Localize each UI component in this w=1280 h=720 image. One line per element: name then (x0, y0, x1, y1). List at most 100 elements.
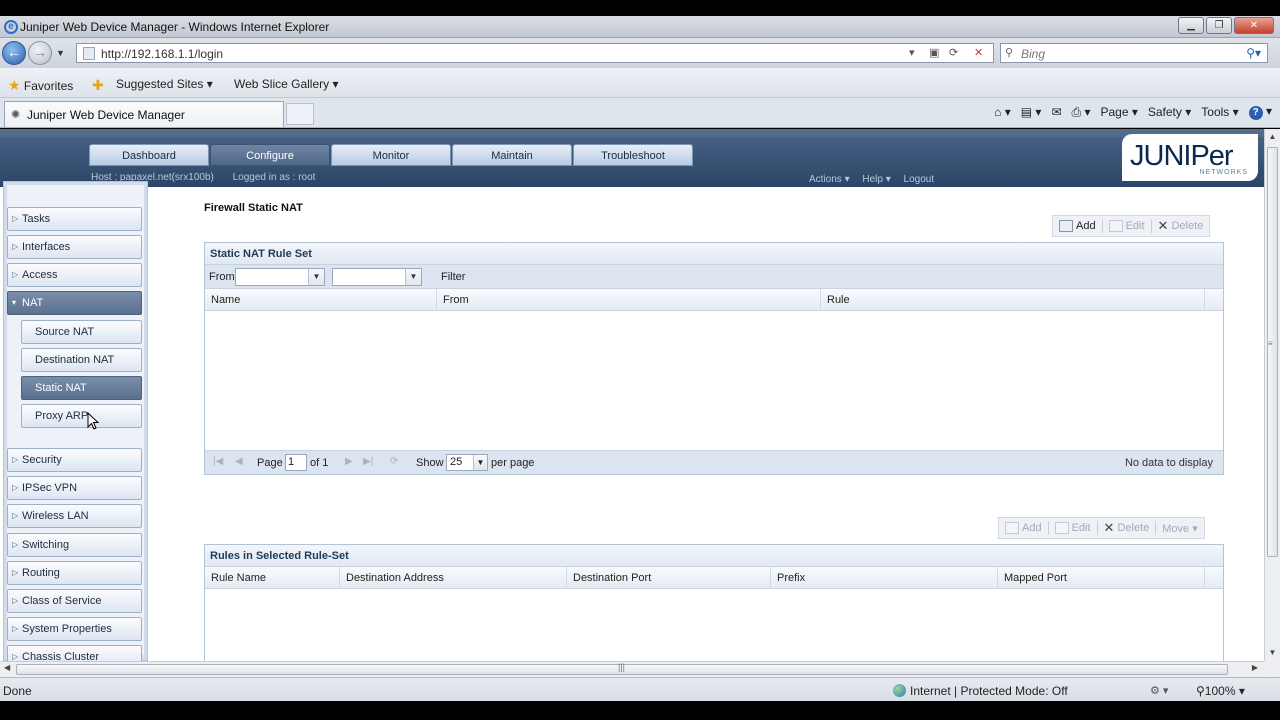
scrollbar-corner (1264, 661, 1280, 677)
ruleset-grid-title: Static NAT Rule Set (205, 243, 1223, 265)
browser-tab[interactable]: ✺ Juniper Web Device Manager (4, 101, 284, 127)
sidebar-item-access[interactable]: ▷ Access (7, 263, 142, 287)
web-slice-gallery-link[interactable]: Web Slice Gallery ▾ (234, 77, 339, 91)
back-button[interactable]: ← (2, 41, 26, 65)
column-header-prefix[interactable]: Prefix (771, 567, 998, 589)
help-icon[interactable]: ? ▾ (1248, 104, 1272, 120)
sidebar-item-wireless-lan[interactable]: ▷ Wireless LAN (7, 504, 142, 528)
delete-rule-button[interactable]: ✕ Delete (1098, 520, 1156, 536)
tab-troubleshoot[interactable]: Troubleshoot (573, 144, 693, 166)
grip-icon: ≡ (1268, 339, 1273, 348)
add-rule-button[interactable]: Add (999, 522, 1048, 534)
search-provider-icon: ⚲ (1005, 47, 1014, 59)
sidebar-subitem-static-nat[interactable]: Static NAT (21, 376, 142, 400)
url-dropdown-icon[interactable]: ▾ (909, 46, 915, 59)
column-header-rule[interactable]: Rule (821, 289, 1205, 311)
sidebar-subitem-destination-nat[interactable]: Destination NAT (21, 348, 142, 372)
favorites-button[interactable]: ★ Favorites (8, 77, 73, 94)
suggested-sites-link[interactable]: Suggested Sites ▾ (116, 77, 213, 91)
sidebar-item-ipsec-vpn[interactable]: ▷ IPSec VPN (7, 476, 142, 500)
sidebar-subitem-proxy-arp[interactable]: Proxy ARP (21, 404, 142, 428)
sidebar-item-system-properties[interactable]: ▷ System Properties (7, 617, 142, 641)
url-text: http://192.168.1.1/login (101, 47, 224, 61)
prev-page-icon[interactable]: ◀ (235, 456, 243, 467)
from-type-select[interactable]: ▼ (235, 268, 325, 286)
tab-favicon-icon: ✺ (11, 109, 21, 121)
search-field[interactable]: ⚲ Bing ⚲▾ (1000, 43, 1268, 63)
page-size-select[interactable]: 25 ▼ (446, 454, 488, 471)
horizontal-scrollbar[interactable]: ◀ ||| ▶ (0, 661, 1264, 677)
page-title: Firewall Static NAT (204, 202, 303, 214)
refresh-icon[interactable]: ⟳ (390, 456, 398, 467)
edit-ruleset-button[interactable]: Edit (1103, 220, 1151, 232)
add-ruleset-button[interactable]: Add (1053, 220, 1102, 232)
compatibility-view-icon[interactable]: ▣ (929, 46, 939, 59)
sidebar-item-chassis-cluster[interactable]: ▷ Chassis Cluster (7, 645, 142, 661)
sidebar-item-switching[interactable]: ▷ Switching (7, 533, 142, 557)
page-number-input[interactable]: 1 (285, 454, 307, 471)
filter-button[interactable]: Filter (441, 271, 465, 283)
rules-grid: Rules in Selected Rule-Set Rule Name Des… (204, 544, 1224, 661)
add-favorite-icon[interactable]: ✚ (92, 77, 104, 94)
sidebar-item-interfaces[interactable]: ▷ Interfaces (7, 235, 142, 259)
restore-button[interactable]: ❐ (1206, 17, 1232, 34)
sidebar-item-nat[interactable]: ▾ NAT (7, 291, 142, 315)
print-icon[interactable]: ⎙ ▾ (1072, 105, 1091, 120)
url-field[interactable]: http://192.168.1.1/login ▾ ▣ ⟳ ✕ (76, 43, 994, 63)
sidebar-item-tasks[interactable]: ▷ Tasks (7, 207, 142, 231)
actions-menu[interactable]: Actions ▾ (809, 174, 850, 185)
tab-dashboard[interactable]: Dashboard (89, 144, 209, 166)
bottom-letterbox (0, 701, 1280, 720)
zoom-level[interactable]: ⚲100% ▾ (1196, 684, 1245, 698)
from-value-select[interactable]: ▼ (332, 268, 422, 286)
column-header-mapped-port[interactable]: Mapped Port (998, 567, 1205, 589)
first-page-icon[interactable]: |◀ (213, 456, 223, 467)
page-menu[interactable]: Page ▾ (1100, 105, 1137, 119)
history-dropdown-icon[interactable]: ▼ (56, 48, 65, 58)
minimize-button[interactable]: ▁ (1178, 17, 1204, 34)
logout-link[interactable]: Logout (904, 174, 935, 185)
scroll-up-icon[interactable]: ▲ (1265, 129, 1280, 145)
sidebar-item-class-of-service[interactable]: ▷ Class of Service (7, 589, 142, 613)
forward-button[interactable]: → (28, 41, 52, 65)
column-header-rule-name[interactable]: Rule Name (205, 567, 340, 589)
close-window-button[interactable]: ✕ (1234, 17, 1274, 34)
sidebar-item-security[interactable]: ▷ Security (7, 448, 142, 472)
column-header-destination-port[interactable]: Destination Port (567, 567, 771, 589)
vertical-scroll-thumb[interactable] (1267, 147, 1278, 557)
search-icon[interactable]: ⚲▾ (1246, 46, 1261, 60)
stop-icon[interactable]: ✕ (974, 46, 983, 59)
column-header-from[interactable]: From (437, 289, 821, 311)
mail-icon[interactable]: ✉ (1051, 105, 1061, 119)
scroll-left-icon[interactable]: ◀ (4, 663, 10, 672)
refresh-icon[interactable]: ⟳ (949, 46, 958, 59)
column-header-destination-address[interactable]: Destination Address (340, 567, 567, 589)
tab-configure[interactable]: Configure (210, 144, 330, 166)
scroll-right-icon[interactable]: ▶ (1252, 663, 1258, 672)
delete-ruleset-button[interactable]: ✕ Delete (1152, 218, 1210, 234)
tab-maintain[interactable]: Maintain (452, 144, 572, 166)
home-icon[interactable]: ⌂ ▾ (994, 105, 1011, 119)
status-text: Done (3, 684, 32, 698)
tools-menu[interactable]: Tools ▾ (1201, 105, 1238, 119)
tab-monitor[interactable]: Monitor (331, 144, 451, 166)
column-header-name[interactable]: Name (205, 289, 437, 311)
new-tab-button[interactable] (286, 103, 314, 125)
feeds-icon[interactable]: ▤ ▾ (1021, 105, 1042, 119)
sidebar-subitem-source-nat[interactable]: Source NAT (21, 320, 142, 344)
edit-rule-button[interactable]: Edit (1049, 522, 1097, 534)
safety-menu[interactable]: Safety ▾ (1148, 105, 1191, 119)
last-page-icon[interactable]: ▶| (363, 456, 373, 467)
sidebar-item-routing[interactable]: ▷ Routing (7, 561, 142, 585)
help-menu[interactable]: Help ▾ (862, 174, 890, 185)
tab-title: Juniper Web Device Manager (27, 108, 185, 122)
delete-icon: ✕ (1103, 520, 1115, 535)
security-zone[interactable]: Internet | Protected Mode: Off (893, 684, 1068, 698)
protected-mode-icon[interactable]: ⚙ ▾ (1150, 684, 1168, 697)
move-rule-button[interactable]: Move ▾ (1156, 522, 1203, 535)
add-icon (1005, 522, 1019, 534)
scroll-down-icon[interactable]: ▼ (1265, 645, 1280, 661)
vertical-scrollbar[interactable]: ▲ ≡ ▼ (1264, 129, 1280, 661)
next-page-icon[interactable]: ▶ (345, 456, 353, 467)
juniper-logo: JUNIPer NETWORKS (1122, 134, 1258, 181)
